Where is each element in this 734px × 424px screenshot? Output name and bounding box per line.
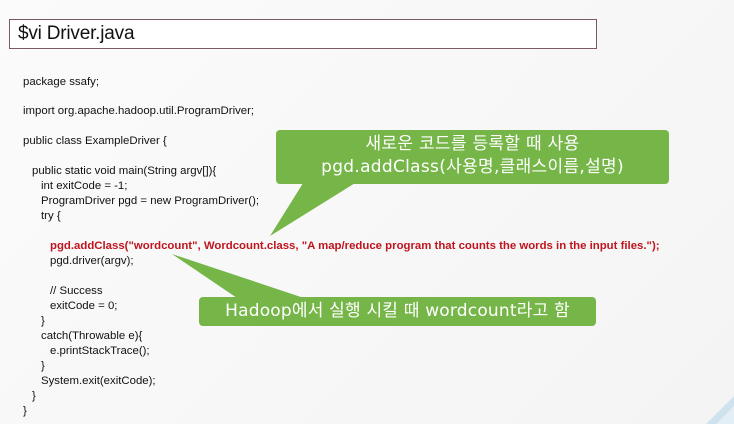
- callout2-line1: Hadoop에서 실행 시킬 때 wordcount라고 함: [225, 301, 570, 321]
- callout1-line2: pgd.addClass(사용명,클래스이름,설명): [321, 157, 624, 177]
- callout1-pointer: [270, 180, 360, 236]
- callout-hadoop-wordcount: Hadoop에서 실행 시킬 때 wordcount라고 함: [199, 297, 596, 326]
- callout1-line1: 새로운 코드를 등록할 때 사용: [365, 134, 580, 154]
- callout-pointers: [172, 180, 734, 424]
- callout2-pointer: [172, 254, 310, 300]
- callout-register-code: 새로운 코드를 등록할 때 사용 pgd.addClass(사용명,클래스이름,…: [276, 130, 669, 184]
